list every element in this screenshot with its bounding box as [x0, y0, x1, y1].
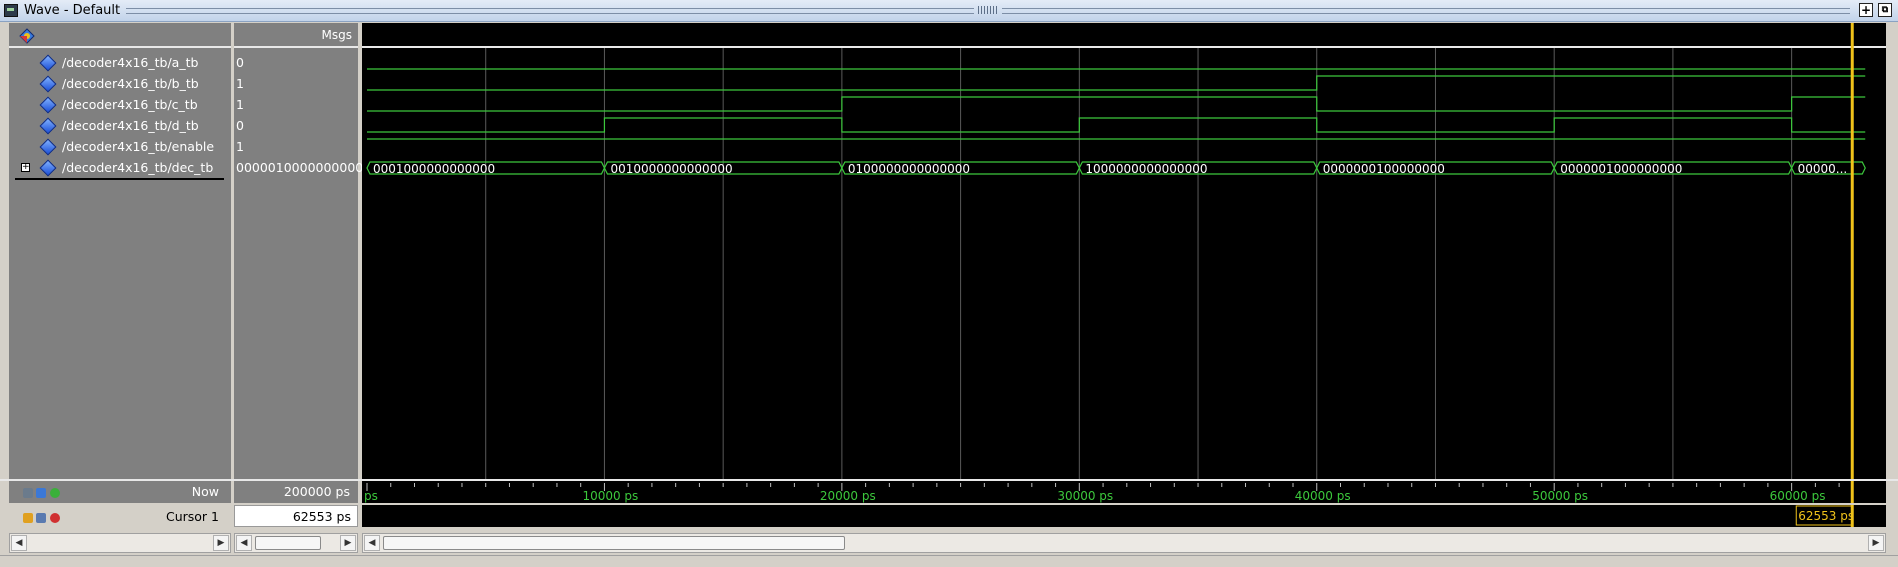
cursor-lane-svg: 62553 ps — [1795, 505, 1854, 527]
wave-scroll-thumb[interactable] — [383, 536, 845, 550]
cursor-list-icon[interactable] — [36, 488, 46, 498]
signal-row[interactable]: /decoder4x16_tb/b_tb — [9, 74, 231, 95]
signal-name: /decoder4x16_tb/a_tb — [62, 55, 199, 70]
lock-icon[interactable] — [23, 513, 33, 523]
expand-icon[interactable]: + — [21, 163, 30, 172]
cursor-value-cell[interactable]: 62553 ps — [234, 505, 358, 527]
bus-segment-label: 00000... — [1798, 162, 1848, 176]
names-scrollbar[interactable]: ◀ ▶ — [9, 533, 231, 553]
ruler-label: 10000 ps — [582, 489, 638, 503]
cursor-name-cell[interactable]: Cursor 1 — [9, 505, 231, 527]
bus-segment-label: 1000000000000000 — [1085, 162, 1207, 176]
now-value-cell: 200000 ps — [234, 481, 358, 503]
wave-window-icon — [4, 4, 18, 17]
signal-row[interactable]: /decoder4x16_tb/enable — [9, 137, 231, 158]
wave-scrollbar[interactable]: ◀ ▶ — [362, 533, 1886, 553]
waveform-b_tb — [367, 75, 1866, 91]
scroll-left-icon[interactable]: ◀ — [11, 535, 27, 551]
cursor-add-icon[interactable] — [23, 488, 33, 498]
ruler-label: 20000 ps — [820, 489, 876, 503]
cursor-toolbar — [23, 511, 67, 523]
cursor-label: Cursor 1 — [165, 509, 219, 524]
signal-name: /decoder4x16_tb/dec_tb — [62, 160, 214, 175]
scroll-right-icon[interactable]: ▶ — [340, 535, 356, 551]
signal-value: 0 — [236, 118, 244, 133]
signal-names-pane: /decoder4x16_tb/a_tb /decoder4x16_tb/b_t… — [9, 23, 231, 479]
signal-value: 1 — [236, 76, 244, 91]
ruler-label: 30000 ps — [1057, 489, 1113, 503]
signal-values-pane: Msgs 0 1 1 0 1 0000010000000000 — [234, 23, 363, 479]
now-value: 200000 ps — [283, 484, 350, 499]
bus-segment-label: 0100000000000000 — [848, 162, 970, 176]
now-label: Now — [191, 484, 219, 499]
signal-diamond-icon — [39, 138, 57, 156]
signal-value: 1 — [236, 139, 244, 154]
window-title: Wave - Default — [24, 3, 121, 18]
signal-diamond-icon — [39, 54, 57, 72]
scroll-left-icon[interactable]: ◀ — [364, 535, 380, 551]
timeline-svg: ps 10000 ps 20000 ps 30000 ps 40000 ps 50000 … — [364, 481, 1854, 503]
add-cursor-icon[interactable] — [50, 488, 60, 498]
signal-diamond-icon — [39, 159, 57, 177]
signal-row[interactable]: /decoder4x16_tb/c_tb — [9, 95, 231, 116]
signal-value: 1 — [236, 97, 244, 112]
signal-value: 0 — [236, 55, 244, 70]
values-scroll-thumb[interactable] — [255, 536, 321, 550]
bus-segment-label: 0000001000000000 — [1560, 162, 1682, 176]
signal-diamond-icon — [39, 117, 57, 135]
bus-segment-label: 0001000000000000 — [373, 162, 495, 176]
signal-name: /decoder4x16_tb/c_tb — [62, 97, 198, 112]
timeline-ruler: ps 10000 ps 20000 ps 30000 ps 40000 ps 50000 … — [362, 481, 1886, 503]
delete-cursor-icon[interactable] — [50, 513, 60, 523]
wave-header-separator — [362, 46, 1886, 48]
cursor-lane: 62553 ps — [362, 505, 1886, 527]
signal-row[interactable]: /decoder4x16_tb/a_tb — [9, 53, 231, 74]
values-header: Msgs — [234, 23, 358, 48]
ruler-label: 50000 ps — [1532, 489, 1588, 503]
edit-icon[interactable] — [36, 513, 46, 523]
titlebar-grip-right — [1002, 8, 1850, 14]
signal-name: /decoder4x16_tb/enable — [62, 139, 215, 154]
scroll-right-icon[interactable]: ▶ — [1868, 535, 1884, 551]
scroll-right-icon[interactable]: ▶ — [213, 535, 229, 551]
waveform-canvas[interactable]: 0001000000000000 0010000000000000 01000000… — [362, 23, 1886, 479]
signal-row[interactable]: /decoder4x16_tb/d_tb — [9, 116, 231, 137]
maximize-icon[interactable]: + — [1859, 3, 1873, 17]
waveform-d_tb — [367, 117, 1866, 133]
signal-color-icon[interactable] — [19, 28, 35, 44]
waveform-pane[interactable]: 0001000000000000 0010000000000000 01000000… — [362, 23, 1886, 479]
now-toolbar — [23, 487, 67, 499]
msgs-label: Msgs — [321, 28, 352, 42]
values-scrollbar[interactable]: ◀ ▶ — [234, 533, 358, 553]
signal-row-bus[interactable]: + /decoder4x16_tb/dec_tb — [9, 158, 231, 179]
cursor-marker-label: 62553 ps — [1798, 509, 1854, 523]
titlebar-grip-left — [126, 8, 974, 14]
scroll-left-icon[interactable]: ◀ — [236, 535, 252, 551]
bus-segment-label: 0000000100000000 — [1323, 162, 1445, 176]
ruler-label: 60000 ps — [1770, 489, 1826, 503]
drag-handle[interactable] — [978, 6, 998, 14]
status-bar — [0, 555, 1898, 567]
names-header — [9, 23, 231, 48]
signal-name: /decoder4x16_tb/d_tb — [62, 118, 199, 133]
bus-segment-label: 0010000000000000 — [610, 162, 732, 176]
selection-underline — [15, 178, 224, 180]
ruler-label: ps — [364, 489, 378, 503]
undock-icon[interactable]: ⧉ — [1878, 3, 1892, 17]
cursor-value: 62553 ps — [292, 509, 351, 524]
signal-diamond-icon — [39, 75, 57, 93]
signal-value: 0000010000000000 — [236, 160, 364, 175]
signal-name: /decoder4x16_tb/b_tb — [62, 76, 199, 91]
waveform-c_tb — [367, 96, 1866, 112]
ruler-label: 40000 ps — [1295, 489, 1351, 503]
now-name-cell: Now — [9, 481, 231, 503]
window-titlebar: Wave - Default + ⧉ — [0, 0, 1898, 22]
signal-diamond-icon — [39, 96, 57, 114]
